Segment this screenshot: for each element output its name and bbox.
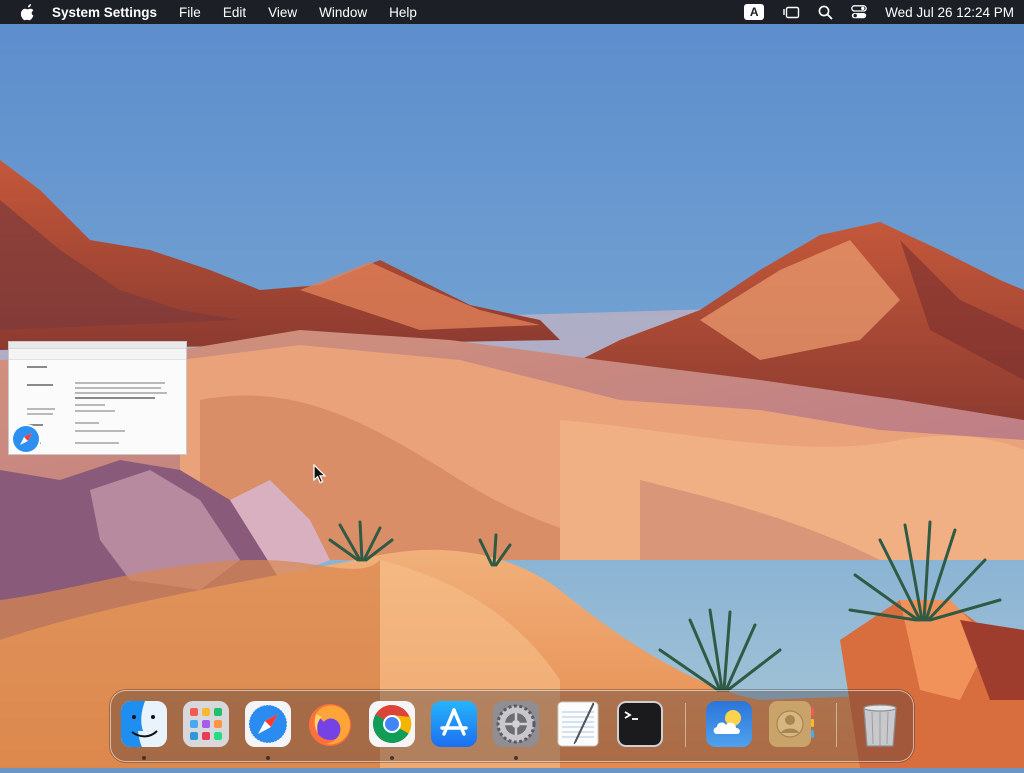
dock-textedit[interactable] (554, 700, 602, 748)
dock-system-settings[interactable] (492, 700, 540, 748)
apple-icon[interactable] (20, 3, 38, 21)
contacts-icon (769, 701, 814, 747)
chrome-icon (369, 701, 415, 747)
menu-app-name[interactable]: System Settings (52, 5, 157, 20)
weather-icon (706, 701, 752, 747)
thumbnail-titlebar (9, 342, 186, 349)
trash-icon (863, 704, 897, 747)
dock-firefox[interactable] (306, 700, 354, 748)
dock-app-store[interactable] (430, 700, 478, 748)
finder-icon (121, 701, 167, 747)
control-center-icon[interactable] (851, 5, 868, 19)
dock-contacts[interactable] (767, 700, 815, 748)
system-settings-icon (493, 701, 539, 747)
firefox-icon (309, 704, 351, 746)
menu-clock[interactable]: Wed Jul 26 12:24 PM (885, 5, 1014, 20)
launchpad-icon (183, 701, 229, 747)
dock-trash[interactable] (856, 700, 904, 748)
menu-edit[interactable]: Edit (223, 5, 246, 20)
textedit-icon (557, 701, 599, 747)
menu-help[interactable]: Help (389, 5, 417, 20)
menu-window[interactable]: Window (319, 5, 367, 20)
dock-terminal[interactable] (616, 700, 664, 748)
dock-finder[interactable] (120, 700, 168, 748)
spotlight-search-icon[interactable] (818, 5, 833, 20)
safari-icon (245, 701, 291, 747)
input-source-icon[interactable]: A (744, 4, 765, 20)
menu-bar: System Settings File Edit View Window He… (0, 0, 1024, 24)
chrome-running-indicator (390, 756, 394, 760)
thumbnail-toolbar (9, 349, 186, 360)
dock-separator (685, 703, 686, 747)
dock-chrome[interactable] (368, 700, 416, 748)
stage-manager-icon[interactable] (782, 4, 800, 20)
menu-file[interactable]: File (179, 5, 201, 20)
dock-weather[interactable] (705, 700, 753, 748)
terminal-icon (617, 701, 663, 747)
menu-view[interactable]: View (268, 5, 297, 20)
safari-icon (10, 423, 42, 455)
mouse-cursor-icon (313, 463, 327, 484)
system-settings-running-indicator (514, 756, 518, 760)
safari-running-indicator (266, 756, 270, 760)
thumbnail-content (27, 366, 47, 368)
finder-running-indicator (142, 756, 146, 760)
dock-safari[interactable] (244, 700, 292, 748)
dock-separator (836, 703, 837, 747)
dock (110, 690, 914, 762)
dock-launchpad[interactable] (182, 700, 230, 748)
app-store-icon (431, 701, 477, 747)
